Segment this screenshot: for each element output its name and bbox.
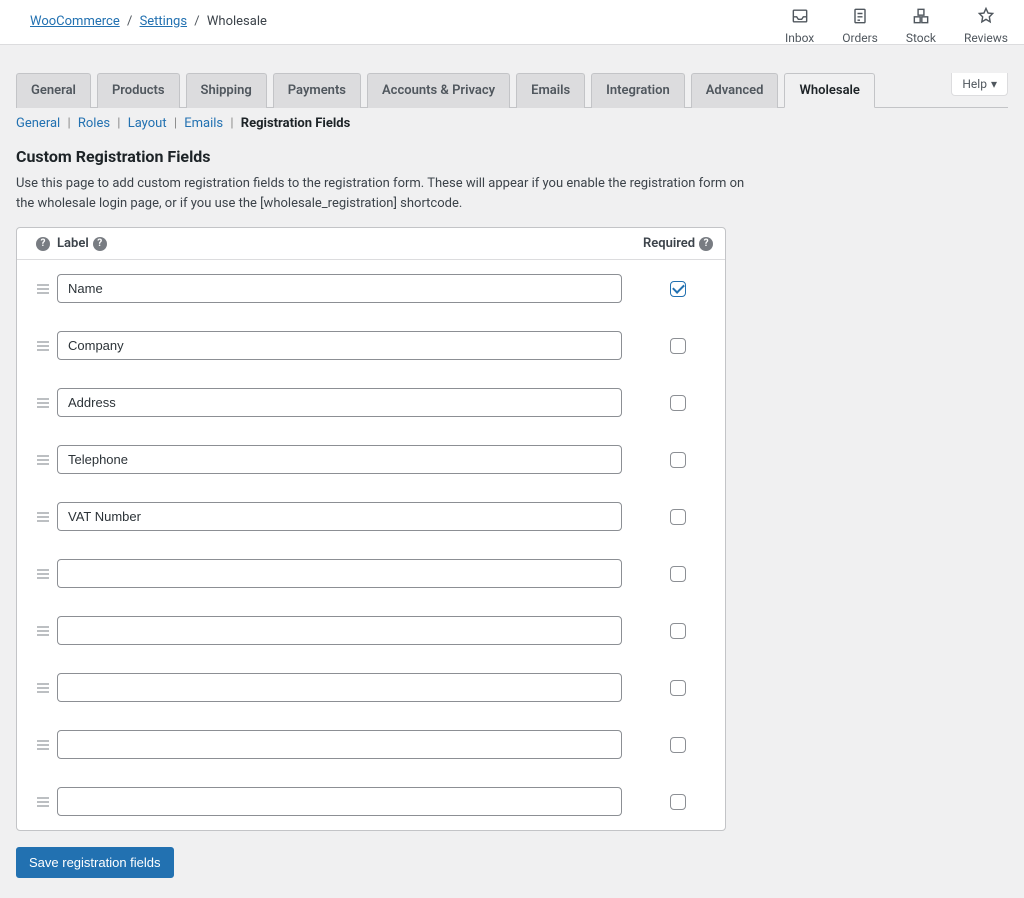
breadcrumb-settings[interactable]: Settings [140,14,187,29]
drag-handle[interactable] [29,797,57,807]
tab-integration[interactable]: Integration [591,73,685,108]
table-row [17,773,725,830]
reviews-icon [976,6,996,29]
help-tab-label: Help [962,77,987,91]
table-row [17,716,725,773]
field-label-input[interactable] [57,616,622,645]
help-tab[interactable]: Help ▾ [951,73,1008,96]
breadcrumb-woocommerce[interactable]: WooCommerce [30,14,120,29]
subtab-roles[interactable]: Roles [78,116,110,131]
breadcrumb-current: Wholesale [207,14,267,29]
activity-panel: Inbox Orders Stock Reviews [785,6,1008,45]
field-required-checkbox[interactable] [670,680,686,696]
table-row [17,545,725,602]
drag-handle[interactable] [29,740,57,750]
field-required-checkbox[interactable] [670,395,686,411]
table-header: ? Label ? Required ? [17,228,725,260]
subtab-emails[interactable]: Emails [184,116,223,131]
subtab-general[interactable]: General [16,116,60,131]
drag-handle[interactable] [29,284,57,294]
activity-label: Orders [842,31,878,45]
field-label-input[interactable] [57,559,622,588]
section-description: Use this page to add custom registration… [16,174,746,213]
field-label-input[interactable] [57,673,622,702]
tab-payments[interactable]: Payments [273,73,361,108]
subtab-current: Registration Fields [241,116,351,131]
field-label-input[interactable] [57,388,622,417]
activity-stock[interactable]: Stock [906,6,936,45]
section-title: Custom Registration Fields [16,147,1008,166]
subtab-layout[interactable]: Layout [128,116,167,131]
chevron-down-icon: ▾ [991,77,997,91]
activity-label: Inbox [785,31,814,45]
stock-icon [911,6,931,29]
activity-inbox[interactable]: Inbox [785,6,814,45]
table-row [17,317,725,374]
field-required-checkbox[interactable] [670,623,686,639]
tab-emails[interactable]: Emails [516,73,585,108]
field-label-input[interactable] [57,331,622,360]
field-label-input[interactable] [57,730,622,759]
table-row [17,659,725,716]
help-icon[interactable]: ? [36,237,50,251]
field-required-checkbox[interactable] [670,566,686,582]
tab-general[interactable]: General [16,73,91,108]
drag-handle[interactable] [29,569,57,579]
column-label-label: Label [57,236,89,251]
field-label-input[interactable] [57,445,622,474]
drag-handle[interactable] [29,512,57,522]
tab-products[interactable]: Products [97,73,180,108]
drag-handle[interactable] [29,341,57,351]
activity-label: Reviews [964,31,1008,45]
help-icon[interactable]: ? [699,237,713,251]
field-required-checkbox[interactable] [670,281,686,297]
inbox-icon [790,6,810,29]
drag-handle[interactable] [29,455,57,465]
tab-shipping[interactable]: Shipping [186,73,267,108]
tab-accounts-privacy[interactable]: Accounts & Privacy [367,73,510,108]
table-row [17,431,725,488]
table-row [17,488,725,545]
column-label-required: Required [643,236,695,251]
registration-fields-table: ? Label ? Required ? [16,227,726,831]
activity-reviews[interactable]: Reviews [964,6,1008,45]
tab-wholesale[interactable]: Wholesale [784,73,874,108]
breadcrumb: WooCommerce / Settings / Wholesale [30,6,267,29]
field-required-checkbox[interactable] [670,794,686,810]
subtabs-sep: | [174,116,180,131]
activity-orders[interactable]: Orders [842,6,878,45]
orders-icon [850,6,870,29]
wholesale-subtabs: General | Roles | Layout | Emails | Regi… [16,116,1008,131]
field-label-input[interactable] [57,502,622,531]
field-required-checkbox[interactable] [670,338,686,354]
subtabs-sep: | [230,116,236,131]
field-label-input[interactable] [57,787,622,816]
field-required-checkbox[interactable] [670,737,686,753]
save-button[interactable]: Save registration fields [16,847,174,878]
help-icon[interactable]: ? [93,237,107,251]
table-row [17,260,725,317]
field-required-checkbox[interactable] [670,452,686,468]
subtabs-sep: | [67,116,73,131]
breadcrumb-sep: / [194,14,199,29]
drag-handle[interactable] [29,398,57,408]
field-required-checkbox[interactable] [670,509,686,525]
drag-handle[interactable] [29,626,57,636]
settings-tabs: GeneralProductsShippingPaymentsAccounts … [16,73,1008,108]
subtabs-sep: | [117,116,123,131]
activity-label: Stock [906,31,936,45]
drag-handle[interactable] [29,683,57,693]
table-row [17,602,725,659]
breadcrumb-sep: / [127,14,132,29]
field-label-input[interactable] [57,274,622,303]
tab-advanced[interactable]: Advanced [691,73,779,108]
table-row [17,374,725,431]
